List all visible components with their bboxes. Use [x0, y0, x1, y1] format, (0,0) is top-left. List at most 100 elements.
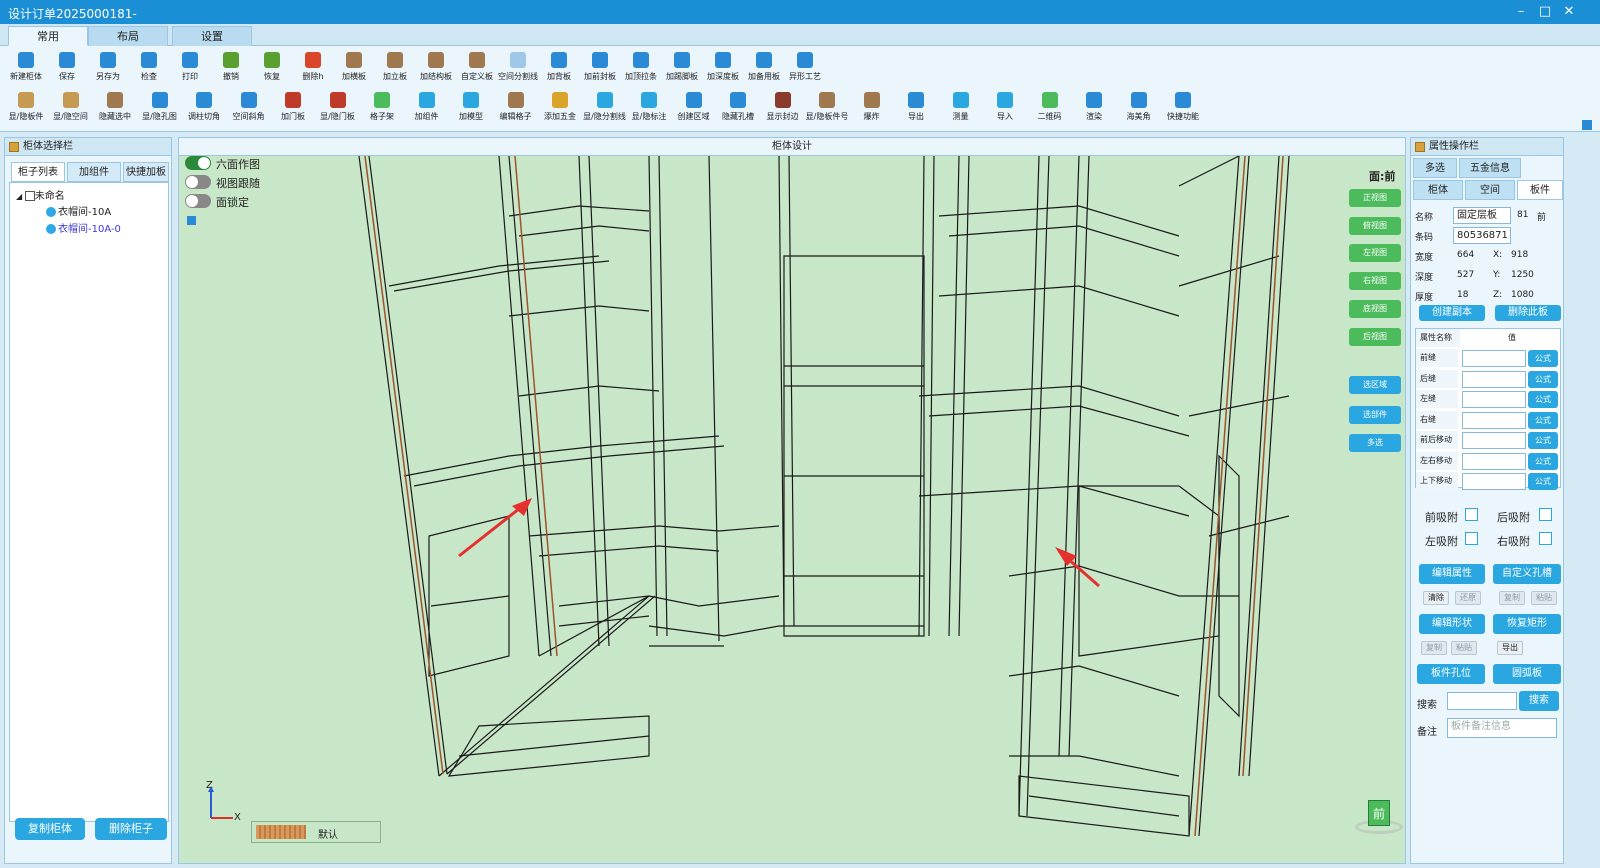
toolbar2-button-16[interactable]: 隐藏孔槽 — [718, 90, 758, 128]
grid-icon[interactable] — [1582, 120, 1592, 130]
shape-paste-button[interactable]: 粘贴 — [1451, 641, 1477, 655]
shape-export-button[interactable]: 导出 — [1497, 641, 1523, 655]
toolbar1-button-14[interactable]: 加前封板 — [580, 50, 620, 88]
toolbar1-button-15[interactable]: 加顶拉条 — [621, 50, 661, 88]
toolbar1-button-17[interactable]: 加深度板 — [703, 50, 743, 88]
formula-button[interactable]: 公式 — [1528, 411, 1558, 429]
attr-value-input[interactable] — [1462, 452, 1526, 470]
attr-value-input[interactable] — [1462, 473, 1526, 490]
multi-select-button[interactable]: 多选 — [1349, 434, 1401, 452]
collapse-icon[interactable]: ◢ — [16, 192, 25, 201]
design-viewport[interactable]: 柜体设计 六面作图 视图跟随 面锁定 面:前 正视图 俯视图 左视图 右视图 底… — [178, 137, 1406, 864]
right-attach-checkbox[interactable] — [1539, 532, 1552, 545]
tab-multi[interactable]: 多选 — [1413, 158, 1457, 178]
select-part-button[interactable]: 选部件 — [1349, 406, 1401, 424]
maximize-icon[interactable]: □ — [1536, 3, 1554, 21]
search-button[interactable]: 搜索 — [1519, 691, 1559, 711]
toolbar2-button-14[interactable]: 显/隐标注 — [629, 90, 669, 128]
close-icon[interactable]: ✕ — [1560, 3, 1578, 21]
front-attach-checkbox[interactable] — [1465, 508, 1478, 521]
toolbar1-button-19[interactable]: 异形工艺 — [785, 50, 825, 88]
material-selector[interactable]: 默认 — [251, 821, 381, 843]
left-view-button[interactable]: 左视图 — [1349, 244, 1401, 262]
shape-copy-button[interactable]: 复制 — [1421, 641, 1447, 655]
view-follow-toggle[interactable] — [185, 175, 211, 189]
right-view-button[interactable]: 右视图 — [1349, 272, 1401, 290]
toolbar2-button-20[interactable]: 导出 — [896, 90, 936, 128]
paste-button[interactable]: 粘贴 — [1531, 591, 1557, 605]
front-view-button[interactable]: 正视图 — [1349, 189, 1401, 207]
back-view-button[interactable]: 后视图 — [1349, 328, 1401, 346]
tab-cabinet[interactable]: 柜体 — [1413, 180, 1463, 200]
edit-attr-button[interactable]: 编辑属性 — [1419, 564, 1485, 584]
arc-board-button[interactable]: 圆弧板 — [1493, 664, 1561, 684]
attr-value-input[interactable] — [1462, 411, 1526, 429]
tree-item-selected[interactable]: 衣帽间-10A-0 — [46, 220, 121, 235]
code-field[interactable]: 80536871 — [1453, 227, 1511, 244]
back-attach-checkbox[interactable] — [1539, 508, 1552, 521]
left-attach-checkbox[interactable] — [1465, 532, 1478, 545]
name-field[interactable]: 固定层板 — [1453, 207, 1511, 224]
toolbar2-button-17[interactable]: 显示封边 — [763, 90, 803, 128]
six-face-toggle[interactable] — [185, 156, 211, 170]
toolbar2-button-26[interactable]: 快捷功能 — [1163, 90, 1203, 128]
custom-slot-button[interactable]: 自定义孔槽 — [1493, 564, 1561, 584]
bottom-view-button[interactable]: 底视图 — [1349, 300, 1401, 318]
toolbar1-button-8[interactable]: 加横板 — [334, 50, 374, 88]
toolbar2-button-7[interactable]: 显/隐门板 — [318, 90, 358, 128]
copy-button[interactable]: 复制 — [1499, 591, 1525, 605]
formula-button[interactable]: 公式 — [1528, 350, 1558, 367]
create-copy-button[interactable]: 创建副本 — [1419, 305, 1485, 321]
toolbar2-button-5[interactable]: 空间斜角 — [229, 90, 269, 128]
edit-shape-button[interactable]: 编辑形状 — [1419, 614, 1485, 634]
minimize-icon[interactable]: – — [1512, 3, 1530, 21]
toolbar2-button-3[interactable]: 显/隐孔图 — [140, 90, 180, 128]
toolbar1-button-9[interactable]: 加立板 — [375, 50, 415, 88]
copy-cabinet-button[interactable]: 复制柜体 — [15, 818, 85, 840]
restore-rect-button[interactable]: 恢复矩形 — [1493, 614, 1561, 634]
toolbar2-button-22[interactable]: 导入 — [985, 90, 1025, 128]
attr-value-input[interactable] — [1462, 391, 1526, 408]
formula-button[interactable]: 公式 — [1528, 370, 1558, 388]
delete-board-button[interactable]: 删除此板 — [1495, 305, 1561, 321]
tree-root[interactable]: ◢ 未命名 — [16, 187, 65, 202]
toolbar2-button-0[interactable]: 显/隐板件 — [6, 90, 46, 128]
attr-value-input[interactable] — [1462, 370, 1526, 388]
toolbar2-button-8[interactable]: 格子架 — [362, 90, 402, 128]
toolbar2-button-25[interactable]: 海美角 — [1119, 90, 1159, 128]
formula-button[interactable]: 公式 — [1528, 452, 1558, 470]
toolbar1-button-3[interactable]: 检查 — [129, 50, 169, 88]
attr-value-input[interactable] — [1462, 350, 1526, 367]
clear-button[interactable]: 清除 — [1423, 591, 1449, 605]
tab-cabinet-list[interactable]: 柜子列表 — [11, 162, 65, 182]
toolbar2-button-9[interactable]: 加组件 — [407, 90, 447, 128]
attr-value-input[interactable] — [1462, 432, 1526, 449]
tab-layout[interactable]: 布局 — [88, 26, 168, 46]
toolbar1-button-18[interactable]: 加备用板 — [744, 50, 784, 88]
search-input[interactable] — [1447, 692, 1517, 710]
delete-cabinet-button[interactable]: 删除柜子 — [95, 818, 167, 840]
toolbar2-button-10[interactable]: 加模型 — [451, 90, 491, 128]
toolbar2-button-1[interactable]: 显/隐空间 — [51, 90, 91, 128]
tab-hardware[interactable]: 五金信息 — [1459, 158, 1521, 178]
toolbar1-button-13[interactable]: 加背板 — [539, 50, 579, 88]
toolbar1-button-6[interactable]: 恢复 — [252, 50, 292, 88]
toolbar2-button-18[interactable]: 显/隐板件号 — [806, 90, 848, 128]
tab-settings[interactable]: 设置 — [172, 26, 252, 46]
toolbar1-button-2[interactable]: 另存为 — [88, 50, 128, 88]
toolbar2-button-6[interactable]: 加门板 — [273, 90, 313, 128]
toolbar2-button-15[interactable]: 创建区域 — [674, 90, 714, 128]
toolbar2-button-19[interactable]: 爆炸 — [852, 90, 892, 128]
toolbar2-button-11[interactable]: 编辑格子 — [496, 90, 536, 128]
toolbar1-button-0[interactable]: 新建柜体 — [6, 50, 46, 88]
tab-quick-board[interactable]: 快捷加板 — [123, 162, 169, 182]
tree-item[interactable]: 衣帽间-10A — [46, 203, 111, 218]
board-holes-button[interactable]: 板件孔位 — [1417, 664, 1485, 684]
toolbar2-button-13[interactable]: 显/隐分割线 — [583, 90, 626, 128]
face-lock-toggle[interactable] — [185, 194, 211, 208]
toolbar1-button-11[interactable]: 自定义板 — [457, 50, 497, 88]
restore-button[interactable]: 还原 — [1455, 591, 1481, 605]
formula-button[interactable]: 公式 — [1528, 473, 1558, 490]
toolbar2-button-21[interactable]: 测量 — [941, 90, 981, 128]
view-cube[interactable]: 前 — [1355, 796, 1403, 836]
